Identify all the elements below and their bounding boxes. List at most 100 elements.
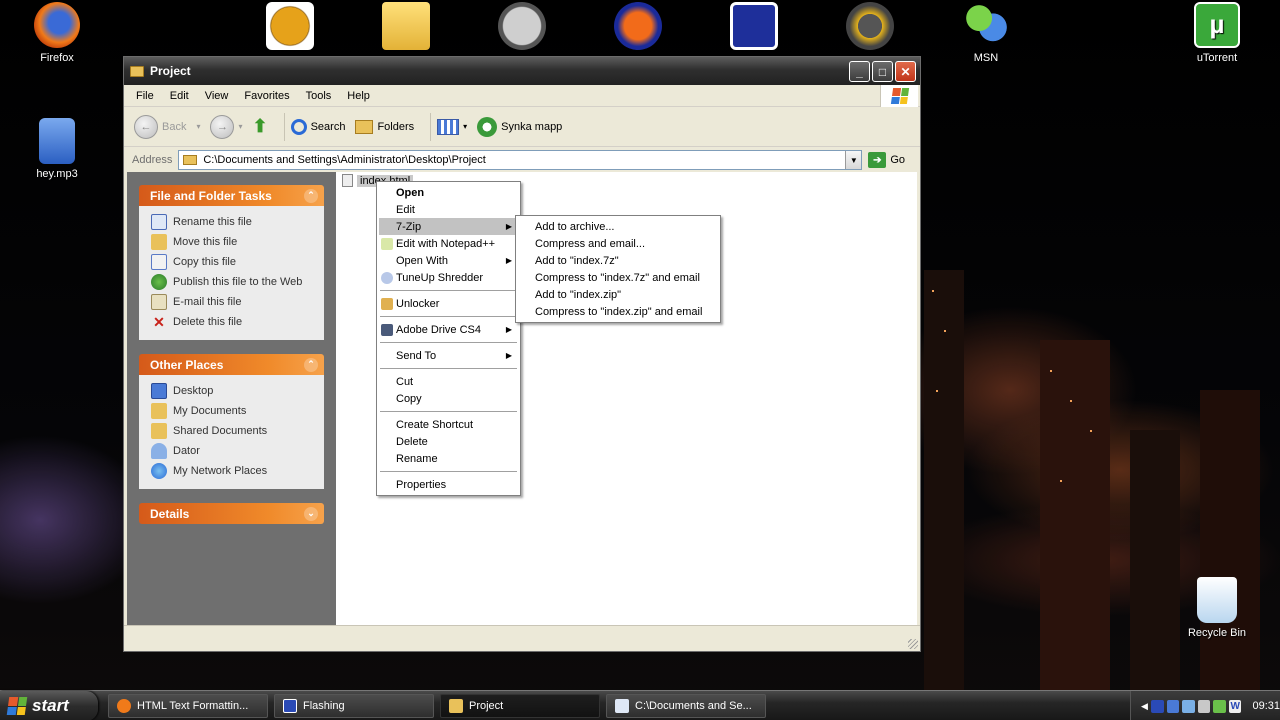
- submenu-item-add-zip[interactable]: Add to "index.zip": [518, 286, 718, 303]
- menu-item-delete[interactable]: Delete: [379, 433, 518, 450]
- panel-header[interactable]: File and Folder Tasks ⌃: [139, 185, 324, 206]
- tray-volume-icon[interactable]: [1197, 699, 1211, 713]
- back-arrow-icon: ←: [134, 114, 158, 139]
- msn-desktop-icon[interactable]: MSN: [948, 2, 1024, 64]
- tray-word-icon[interactable]: W: [1228, 699, 1242, 713]
- place-desktop[interactable]: Desktop: [151, 381, 316, 401]
- place-dator[interactable]: Dator: [151, 441, 316, 461]
- resize-grip-icon[interactable]: [908, 639, 918, 649]
- address-input[interactable]: C:\Documents and Settings\Administrator\…: [178, 150, 863, 170]
- menu-item-create-shortcut[interactable]: Create Shortcut: [379, 416, 518, 433]
- close-button[interactable]: ✕: [895, 61, 916, 82]
- clapper-app-icon[interactable]: [498, 2, 546, 50]
- task-move[interactable]: Move this file: [151, 232, 316, 252]
- back-label: Back: [162, 120, 187, 133]
- music-file-icon: [39, 118, 75, 164]
- menu-item-open[interactable]: Open: [379, 184, 518, 201]
- blue-app-icon[interactable]: [730, 2, 778, 50]
- taskbar-item-flashing[interactable]: Flashing: [274, 693, 434, 718]
- title-bar[interactable]: Project _ □ ✕: [124, 57, 920, 85]
- menu-help[interactable]: Help: [339, 88, 378, 104]
- toolbar-separator: [283, 112, 285, 141]
- ball-app-icon[interactable]: [266, 2, 314, 50]
- go-button[interactable]: ➔ Go: [868, 152, 905, 168]
- collapse-chevron-icon[interactable]: ⌃: [304, 357, 318, 372]
- collapse-chevron-icon[interactable]: ⌃: [304, 188, 318, 203]
- submenu-item-compress-7z-email[interactable]: Compress to "index.7z" and email: [518, 269, 718, 286]
- maximize-button[interactable]: □: [872, 61, 893, 82]
- taskbar-item-notepad[interactable]: C:\Documents and Se...: [606, 693, 766, 718]
- submenu-item-compress-zip-email[interactable]: Compress to "index.zip" and email: [518, 303, 718, 320]
- menu-item-properties[interactable]: Properties: [379, 476, 518, 493]
- menu-item-unlocker[interactable]: Unlocker: [379, 295, 518, 312]
- start-button[interactable]: start: [0, 690, 98, 720]
- task-copy[interactable]: Copy this file: [151, 252, 316, 272]
- recycle-bin-desktop-icon[interactable]: Recycle Bin: [1179, 577, 1255, 639]
- chevron-down-icon: ▾: [463, 122, 468, 131]
- taskbar-item-firefox[interactable]: HTML Text Formattin...: [108, 693, 268, 718]
- audio-app-icon[interactable]: [614, 2, 662, 50]
- tray-app-icon[interactable]: [1150, 699, 1164, 713]
- panel-header[interactable]: Other Places ⌃: [139, 354, 324, 375]
- tuneup-app-icon[interactable]: [846, 2, 894, 50]
- place-label: Dator: [173, 445, 200, 457]
- search-button[interactable]: Search: [290, 118, 345, 135]
- utorrent-desktop-icon[interactable]: µ uTorrent: [1179, 2, 1255, 64]
- menu-favorites[interactable]: Favorites: [236, 88, 297, 104]
- submenu-arrow-icon: ▶: [505, 351, 512, 360]
- menu-item-edit[interactable]: Edit: [379, 201, 518, 218]
- menu-view[interactable]: View: [197, 88, 237, 104]
- globe-icon: [151, 274, 167, 290]
- menu-item-open-with[interactable]: Open With ▶: [379, 252, 518, 269]
- taskbar-item-project[interactable]: Project: [440, 693, 600, 718]
- folder-app-icon[interactable]: [382, 2, 430, 50]
- wallpaper-building: [1200, 390, 1260, 690]
- chevron-down-icon[interactable]: ▼: [845, 151, 862, 169]
- submenu-item-add-7z[interactable]: Add to "index.7z": [518, 252, 718, 269]
- menu-item-rename[interactable]: Rename: [379, 450, 518, 467]
- sync-folder-button[interactable]: Synka mapp: [477, 116, 562, 137]
- tray-app-icon[interactable]: [1166, 699, 1180, 713]
- menu-item-copy[interactable]: Copy: [379, 390, 518, 407]
- place-my-documents[interactable]: My Documents: [151, 401, 316, 421]
- task-label: Rename this file: [173, 216, 252, 228]
- place-shared-documents[interactable]: Shared Documents: [151, 421, 316, 441]
- task-delete[interactable]: ✕ Delete this file: [151, 312, 316, 332]
- task-email[interactable]: E-mail this file: [151, 292, 316, 312]
- submenu-item-add-to-archive[interactable]: Add to archive...: [518, 218, 718, 235]
- menu-file[interactable]: File: [128, 88, 162, 104]
- place-label: Shared Documents: [173, 425, 268, 437]
- menu-separator: [380, 368, 517, 369]
- folders-icon: [355, 119, 374, 134]
- menu-item-adobe-drive[interactable]: Adobe Drive CS4 ▶: [379, 321, 518, 338]
- task-publish[interactable]: Publish this file to the Web: [151, 272, 316, 292]
- menu-item-notepadpp[interactable]: Edit with Notepad++: [379, 235, 518, 252]
- desktop-icon-label: Recycle Bin: [1187, 627, 1247, 639]
- menu-item-send-to[interactable]: Send To ▶: [379, 347, 518, 364]
- menu-item-tuneup-shredder[interactable]: TuneUp Shredder: [379, 269, 518, 286]
- tray-network-icon[interactable]: [1182, 699, 1195, 713]
- menu-tools[interactable]: Tools: [298, 88, 340, 104]
- views-button[interactable]: ▾: [437, 118, 468, 135]
- mp3-desktop-icon[interactable]: hey.mp3: [19, 118, 95, 180]
- up-folder-button[interactable]: ⬆: [253, 116, 268, 137]
- back-button[interactable]: ← Back ▾: [134, 114, 200, 139]
- tray-msn-icon[interactable]: [1213, 699, 1226, 713]
- submenu-item-compress-email[interactable]: Compress and email...: [518, 235, 718, 252]
- panel-header[interactable]: Details ⌄: [139, 503, 324, 524]
- place-network[interactable]: My Network Places: [151, 461, 316, 481]
- menu-edit[interactable]: Edit: [162, 88, 197, 104]
- clock[interactable]: 09:31: [1252, 700, 1280, 712]
- folders-button[interactable]: Folders: [355, 119, 414, 134]
- forward-button[interactable]: → ▾: [210, 114, 243, 139]
- menu-item-7zip[interactable]: 7-Zip ▶: [379, 218, 518, 235]
- menu-item-label: Unlocker: [396, 297, 440, 310]
- tray-expand-icon[interactable]: ◀: [1141, 701, 1148, 712]
- wallpaper-building: [1040, 340, 1110, 690]
- minimize-button[interactable]: _: [849, 61, 870, 82]
- firefox-desktop-icon[interactable]: Firefox: [19, 2, 95, 64]
- task-rename[interactable]: Rename this file: [151, 212, 316, 232]
- desktop-icon-label: hey.mp3: [36, 168, 78, 180]
- expand-chevron-icon[interactable]: ⌄: [304, 506, 318, 521]
- menu-item-cut[interactable]: Cut: [379, 373, 518, 390]
